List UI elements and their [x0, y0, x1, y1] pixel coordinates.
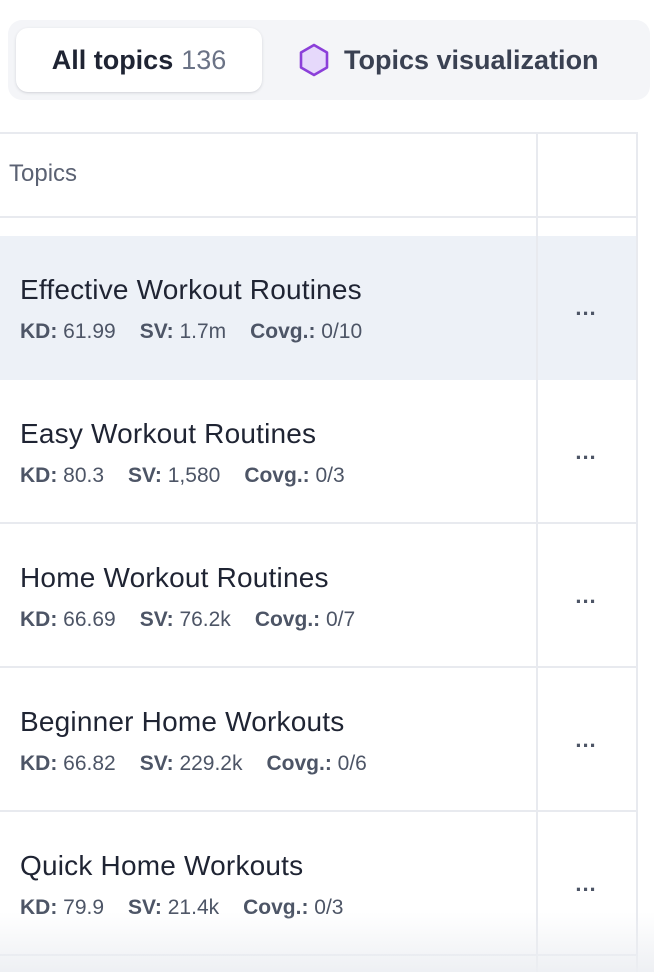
sv-metric: SV: 76.2k	[140, 608, 231, 632]
more-horizontal-icon: ...	[575, 583, 597, 608]
kd-metric: KD: 80.3	[20, 464, 104, 488]
tab-all-topics[interactable]: All topics 136	[16, 28, 262, 92]
covg-value: 0/3	[314, 896, 344, 919]
tab-all-topics-count: 136	[181, 44, 227, 75]
kd-metric: KD: 66.82	[20, 752, 116, 776]
kd-label: KD:	[20, 752, 58, 775]
column-divider	[536, 134, 538, 972]
sv-metric: SV: 1.7m	[140, 320, 226, 344]
sv-value: 229.2k	[179, 752, 243, 775]
covg-metric: Covg.: 0/3	[244, 464, 344, 488]
more-options-button[interactable]: ...	[566, 582, 606, 610]
table-row[interactable]: Effective Workout Routines KD: 61.99 SV:…	[0, 236, 636, 380]
more-options-button[interactable]: ...	[566, 726, 606, 754]
kd-value: 61.99	[63, 320, 116, 343]
covg-value: 0/7	[325, 608, 356, 631]
topics-tab-bar: All topics 136 Topics visualization	[8, 20, 650, 100]
sv-value: 21.4k	[167, 896, 220, 919]
covg-metric: Covg.: 0/10	[250, 320, 362, 344]
covg-metric: Covg.: 0/6	[267, 752, 367, 776]
sv-label: SV:	[139, 608, 174, 631]
topic-title: Beginner Home Workouts	[20, 706, 345, 737]
kd-metric: KD: 79.9	[20, 896, 104, 920]
kd-label: KD:	[20, 896, 58, 919]
sv-metric: SV: 229.2k	[140, 752, 243, 776]
covg-value: 0/10	[321, 320, 363, 343]
more-horizontal-icon: ...	[575, 871, 597, 896]
kd-metric: KD: 61.99	[20, 320, 116, 344]
table-spacer-row	[0, 218, 636, 236]
kd-label: KD:	[20, 320, 58, 343]
topics-table: Topics Effective Workout Routines KD: 61…	[0, 132, 638, 972]
sv-value: 1,580	[167, 464, 221, 487]
topic-title: Home Workout Routines	[20, 562, 329, 593]
sv-label: SV:	[139, 752, 174, 775]
table-row[interactable]: Beginner Home Workouts KD: 66.82 SV: 229…	[0, 668, 636, 812]
covg-metric: Covg.: 0/7	[255, 608, 355, 632]
table-row[interactable]: Quick Home Workouts KD: 79.9 SV: 21.4k C…	[0, 812, 636, 956]
covg-label: Covg.:	[243, 896, 309, 919]
covg-value: 0/6	[337, 752, 367, 775]
kd-label: KD:	[20, 608, 58, 631]
more-horizontal-icon: ...	[575, 727, 597, 752]
tab-topics-visualization[interactable]: Topics visualization	[296, 28, 599, 92]
sv-value: 76.2k	[179, 608, 231, 631]
covg-label: Covg.:	[244, 464, 310, 487]
more-horizontal-icon: ...	[575, 295, 597, 320]
topic-title: Quick Home Workouts	[20, 850, 304, 881]
kd-metric: KD: 66.69	[20, 608, 116, 632]
topic-metrics: KD: 79.9 SV: 21.4k Covg.: 0/3	[20, 896, 344, 920]
kd-value: 66.82	[63, 752, 116, 775]
topic-metrics: KD: 80.3 SV: 1,580 Covg.: 0/3	[20, 464, 345, 488]
more-options-button[interactable]: ...	[566, 294, 606, 322]
covg-label: Covg.:	[250, 320, 316, 343]
kd-label: KD:	[20, 464, 58, 487]
sv-label: SV:	[139, 320, 174, 343]
covg-label: Covg.:	[266, 752, 332, 775]
topic-title: Effective Workout Routines	[20, 274, 362, 305]
kd-value: 66.69	[63, 608, 116, 631]
more-options-button[interactable]: ...	[566, 438, 606, 466]
sv-metric: SV: 21.4k	[128, 896, 219, 920]
topic-title: Easy Workout Routines	[20, 418, 317, 449]
table-header: Topics	[0, 134, 636, 218]
sv-value: 1.7m	[179, 320, 227, 343]
tab-topics-visualization-label: Topics visualization	[344, 44, 599, 75]
covg-value: 0/3	[315, 464, 345, 487]
kd-value: 80.3	[63, 464, 105, 487]
more-horizontal-icon: ...	[575, 439, 597, 464]
topic-metrics: KD: 66.82 SV: 229.2k Covg.: 0/6	[20, 752, 367, 776]
hexagon-icon	[299, 43, 329, 77]
covg-metric: Covg.: 0/3	[243, 896, 343, 920]
topic-metrics: KD: 66.69 SV: 76.2k Covg.: 0/7	[20, 608, 355, 632]
kd-value: 79.9	[63, 896, 105, 919]
sv-label: SV:	[128, 464, 162, 487]
sv-metric: SV: 1,580	[128, 464, 220, 488]
more-options-button[interactable]: ...	[566, 870, 606, 898]
column-header-topics: Topics	[9, 160, 78, 187]
covg-label: Covg.:	[254, 608, 321, 631]
tab-all-topics-label: All topics	[51, 44, 174, 75]
table-row[interactable]: Easy Workout Routines KD: 80.3 SV: 1,580…	[0, 380, 636, 524]
topics-panel: All topics 136 Topics visualization Topi…	[0, 0, 654, 972]
topic-metrics: KD: 61.99 SV: 1.7m Covg.: 0/10	[20, 320, 362, 344]
sv-label: SV:	[128, 896, 162, 919]
table-row[interactable]: Home Workout Routines KD: 66.69 SV: 76.2…	[0, 524, 636, 668]
